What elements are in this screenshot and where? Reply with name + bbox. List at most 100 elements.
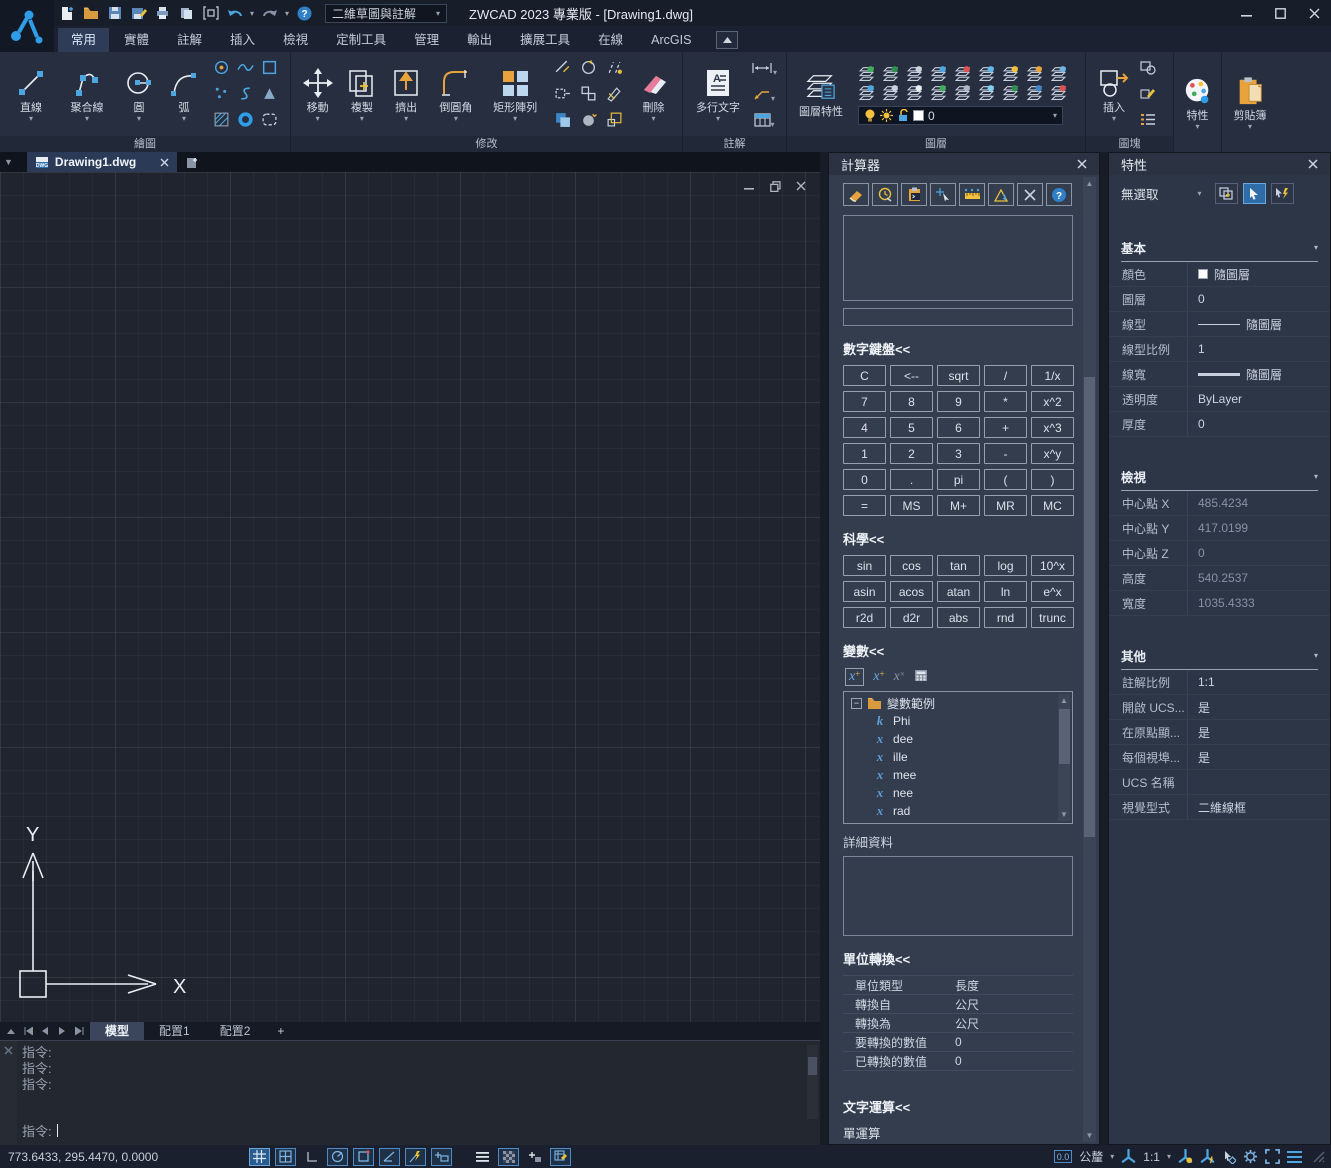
save-as-icon[interactable] — [130, 5, 147, 22]
status-list-icon[interactable] — [472, 1148, 493, 1166]
layer-tool-icon[interactable] — [858, 65, 875, 82]
property-row[interactable]: 圖層0 — [1109, 287, 1330, 312]
variable-item[interactable]: xnee — [844, 784, 1072, 802]
variables-folder-row[interactable]: − 變數範例 — [844, 694, 1072, 712]
layer-tool-icon[interactable] — [1050, 84, 1067, 101]
layout-menu-icon[interactable] — [4, 1024, 18, 1038]
calc-key[interactable]: / — [984, 365, 1027, 386]
variable-item[interactable]: xille — [844, 748, 1072, 766]
sci-key[interactable]: rnd — [984, 607, 1027, 628]
tab-view[interactable]: 檢視 — [270, 28, 321, 52]
polar-tracking-icon[interactable] — [327, 1148, 348, 1166]
calc-key[interactable]: 5 — [890, 417, 933, 438]
save-icon[interactable] — [106, 5, 123, 22]
tab-manage[interactable]: 管理 — [401, 28, 452, 52]
align-icon[interactable] — [580, 85, 597, 105]
status-menu-icon[interactable] — [1287, 1151, 1302, 1163]
sci-key[interactable]: cos — [890, 555, 933, 576]
hatch-icon[interactable] — [213, 111, 230, 131]
delete-variable-icon[interactable]: x× — [894, 669, 905, 685]
calc-key[interactable]: = — [843, 495, 886, 516]
next-layout-icon[interactable] — [55, 1024, 69, 1038]
calc-key[interactable]: 1/x — [1031, 365, 1074, 386]
fullscreen-icon[interactable] — [1265, 1149, 1280, 1164]
settings-gear-icon[interactable] — [1243, 1149, 1258, 1164]
calculator-scrollbar[interactable]: ▲ ▼ — [1083, 177, 1096, 1142]
layer-tool-icon[interactable] — [930, 65, 947, 82]
paste-to-command-icon[interactable] — [901, 183, 927, 206]
layer-tool-icon[interactable] — [1026, 65, 1043, 82]
scroll-up-icon[interactable]: ▲ — [1058, 694, 1070, 707]
edit-variable-icon[interactable]: x+ — [873, 669, 884, 685]
variable-item[interactable]: xdee — [844, 730, 1072, 748]
preview-icon[interactable] — [178, 5, 195, 22]
tab-custom-tools[interactable]: 定制工具 — [323, 28, 399, 52]
sci-key[interactable]: trunc — [1031, 607, 1074, 628]
document-tab[interactable]: DWG Drawing1.dwg — [27, 152, 177, 172]
doc-tab-menu-icon[interactable]: ▼ — [4, 157, 13, 167]
annotation-monitor-icon[interactable] — [550, 1148, 571, 1166]
property-row[interactable]: 線寬隨圖層 — [1109, 362, 1330, 387]
layer-tool-icon[interactable] — [1002, 65, 1019, 82]
arc-button[interactable]: 弧▾ — [164, 68, 204, 122]
circle-button[interactable]: 圓▾ — [119, 68, 159, 122]
tree-scrollbar[interactable]: ▲ ▼ — [1058, 694, 1070, 821]
tab-layout2[interactable]: 配置2 — [205, 1022, 266, 1040]
calc-key[interactable]: MC — [1031, 495, 1074, 516]
property-row[interactable]: 註解比例1:1 — [1109, 670, 1330, 695]
sci-key[interactable]: abs — [937, 607, 980, 628]
dynamic-input-icon[interactable] — [431, 1148, 452, 1166]
calc-key[interactable]: - — [984, 443, 1027, 464]
calc-key[interactable]: + — [984, 417, 1027, 438]
tab-model[interactable]: 模型 — [90, 1022, 144, 1040]
ortho-icon[interactable] — [301, 1148, 322, 1166]
tab-insert[interactable]: 插入 — [217, 28, 268, 52]
property-row[interactable]: 中心點 X485.4234 — [1109, 491, 1330, 516]
get-coordinates-icon[interactable] — [930, 183, 956, 206]
layer-tool-icon[interactable] — [978, 65, 995, 82]
rectangle-icon[interactable] — [261, 59, 278, 79]
unit-format-badge[interactable]: 0.0 — [1054, 1150, 1073, 1163]
layer-tool-icon[interactable] — [858, 84, 875, 101]
redo-dropdown-icon[interactable]: ▾ — [285, 9, 289, 18]
transparency-icon[interactable] — [498, 1148, 519, 1166]
stretch-icon[interactable] — [554, 85, 571, 105]
property-row[interactable]: 每個視埠...是 — [1109, 745, 1330, 770]
collapse-icon[interactable]: − — [851, 698, 862, 709]
property-row[interactable]: UCS 名稱 — [1109, 770, 1330, 795]
new-tab-icon[interactable] — [183, 154, 201, 170]
property-row[interactable]: 視覺型式二維線框 — [1109, 795, 1330, 820]
property-row[interactable]: 中心點 Y417.0199 — [1109, 516, 1330, 541]
dimension-icon[interactable]: ▾ — [751, 61, 777, 78]
prev-layout-icon[interactable] — [38, 1024, 52, 1038]
variable-item[interactable]: kPhi — [844, 712, 1072, 730]
selection-filter[interactable]: 無選取 — [1121, 184, 1159, 203]
doc-minimize-icon[interactable] — [742, 180, 756, 192]
sci-key[interactable]: ln — [984, 581, 1027, 602]
new-variable-icon[interactable]: x+ — [845, 668, 864, 686]
layer-tool-icon[interactable] — [1050, 65, 1067, 82]
quick-properties-icon[interactable] — [524, 1148, 545, 1166]
calc-key[interactable]: 4 — [843, 417, 886, 438]
scroll-down-icon[interactable]: ▼ — [1083, 1129, 1096, 1142]
chevron-down-icon[interactable]: ▾ — [1167, 1152, 1171, 1161]
chevron-down-icon[interactable]: ▾ — [1198, 189, 1202, 198]
tab-arcgis[interactable]: ArcGIS — [638, 28, 704, 52]
first-layout-icon[interactable] — [21, 1024, 35, 1038]
calc-key[interactable]: ( — [984, 469, 1027, 490]
calc-key[interactable]: x^y — [1031, 443, 1074, 464]
unit-name[interactable]: 公釐 — [1079, 1148, 1103, 1165]
annotation-scale-value[interactable]: 1:1 — [1143, 1150, 1160, 1164]
quick-select-icon[interactable] — [1215, 183, 1238, 204]
scroll-up-icon[interactable]: ▲ — [1083, 177, 1096, 190]
tab-output[interactable]: 輸出 — [454, 28, 505, 52]
calc-key[interactable]: ) — [1031, 469, 1074, 490]
variable-item[interactable]: xmee — [844, 766, 1072, 784]
calc-key[interactable]: 0 — [843, 469, 886, 490]
sci-key[interactable]: atan — [937, 581, 980, 602]
help-icon[interactable]: ? — [296, 5, 313, 22]
unit-row[interactable]: 轉換為公尺 — [843, 1014, 1073, 1033]
redo-icon[interactable] — [261, 5, 278, 22]
tab-annotate[interactable]: 註解 — [164, 28, 215, 52]
layer-tool-icon[interactable] — [1026, 84, 1043, 101]
